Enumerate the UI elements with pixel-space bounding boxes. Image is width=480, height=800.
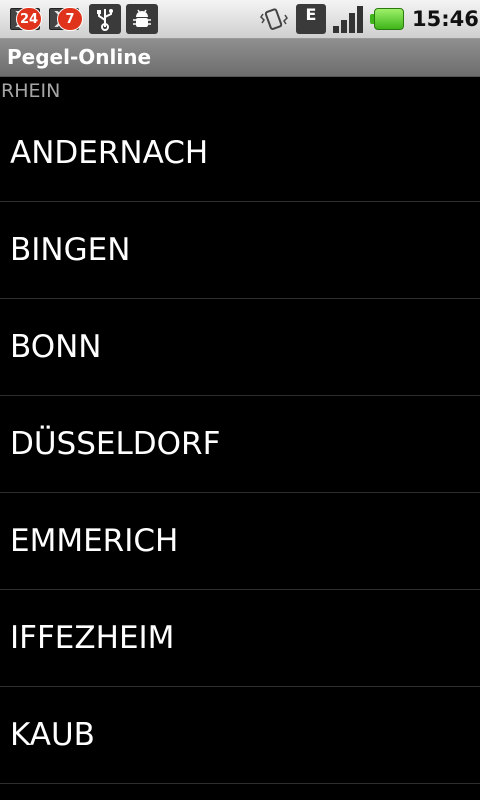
android-debug-icon (126, 4, 158, 34)
mail-notification-icon[interactable]: 7 (47, 5, 83, 33)
list-item-emmerich[interactable]: EMMERICH (0, 493, 480, 590)
list-item-duesseldorf[interactable]: DÜSSELDORF (0, 396, 480, 493)
notification-count-badge: 7 (57, 7, 83, 31)
station-name: KAUB (10, 717, 95, 753)
app-title: Pegel-Online (7, 45, 152, 69)
usb-icon (89, 4, 121, 34)
battery-icon (370, 8, 404, 30)
vibrate-icon (258, 4, 290, 34)
notification-count-badge: 24 (16, 7, 43, 31)
list-item-andernach[interactable]: ANDERNACH (0, 105, 480, 202)
mail-notification-icon[interactable]: 24 (8, 5, 44, 33)
station-name: DÜSSELDORF (10, 426, 221, 462)
station-name: BONN (10, 329, 102, 365)
list-item-bonn[interactable]: BONN (0, 299, 480, 396)
station-name: BINGEN (10, 232, 131, 268)
station-name: IFFEZHEIM (10, 620, 175, 656)
station-name: EMMERICH (10, 523, 179, 559)
list-item-iffezheim[interactable]: IFFEZHEIM (0, 590, 480, 687)
station-list: ANDERNACH BINGEN BONN DÜSSELDORF EMMERIC… (0, 105, 480, 784)
signal-icon (333, 5, 365, 33)
list-item-bingen[interactable]: BINGEN (0, 202, 480, 299)
section-header: RHEIN (1, 80, 61, 102)
title-bar: Pegel-Online (0, 39, 480, 77)
list-item-kaub[interactable]: KAUB (0, 687, 480, 784)
edge-network-icon: E (296, 4, 326, 34)
station-name: ANDERNACH (10, 135, 209, 171)
status-bar[interactable]: 24 7 E 15:46 (0, 0, 480, 39)
clock: 15:46 (412, 7, 479, 31)
network-type-label: E (305, 4, 317, 24)
